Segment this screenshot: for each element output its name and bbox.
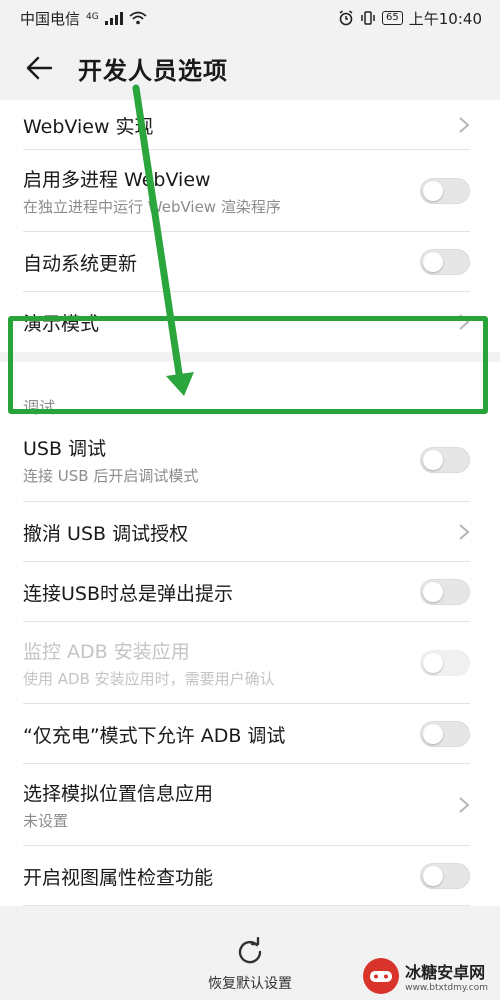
multiprocess-webview-toggle[interactable]: [420, 178, 470, 204]
battery-icon: 65: [382, 11, 403, 25]
mock-location-value: 未设置: [23, 812, 69, 830]
view-attr-toggle[interactable]: [420, 863, 470, 889]
section-divider: [0, 352, 500, 362]
revoke-usb-label: 撤消 USB 调试授权: [23, 522, 189, 545]
watermark-logo-icon: [363, 958, 400, 994]
watermark: 冰糖安卓网 www.btxtdmy.com: [363, 958, 488, 994]
vibrate-icon: [361, 11, 375, 25]
chevron-right-icon: [459, 797, 470, 813]
signal-icon: [104, 11, 123, 25]
chevron-right-icon: [459, 524, 470, 540]
usb-prompt-item[interactable]: 连接USB时总是弹出提示: [0, 562, 500, 622]
demo-mode-label: 演示模式: [23, 312, 100, 335]
view-attr-item[interactable]: 开启视图属性检查功能: [0, 846, 500, 906]
debug-card: 调试 USB 调试 连接 USB 后开启调试模式 撤消 USB 调试授权 连接U…: [0, 362, 500, 906]
settings-list[interactable]: WebView 实现 启用多进程 WebView 在独立进程中运行 WebVie…: [0, 100, 500, 930]
back-arrow-icon[interactable]: [22, 51, 56, 85]
multiprocess-webview-desc: 在独立进程中运行 WebView 渲染程序: [23, 198, 281, 216]
carrier-name: 中国电信: [20, 9, 81, 28]
mock-location-item[interactable]: 选择模拟位置信息应用 未设置: [0, 764, 500, 846]
watermark-text: 冰糖安卓网 www.btxtdmy.com: [405, 959, 488, 993]
monitor-adb-desc: 使用 ADB 安装应用时，需要用户确认: [23, 670, 275, 688]
monitor-adb-item: 监控 ADB 安装应用 使用 ADB 安装应用时，需要用户确认: [0, 622, 500, 704]
usb-debugging-item[interactable]: USB 调试 连接 USB 后开启调试模式: [0, 418, 500, 502]
reset-button[interactable]: 恢复默认设置: [208, 973, 292, 993]
usb-debugging-toggle[interactable]: [420, 447, 470, 473]
webview-impl-item[interactable]: WebView 实现: [0, 100, 500, 150]
charge-only-adb-item[interactable]: “仅充电”模式下允许 ADB 调试: [0, 704, 500, 764]
chevron-right-icon: [459, 314, 470, 330]
bottom-bar: 恢复默认设置 冰糖安卓网 www.btxtdmy.com: [0, 930, 500, 1000]
usb-prompt-label: 连接USB时总是弹出提示: [23, 582, 234, 605]
status-bar: 中国电信 4G 65 上午10:40: [0, 0, 500, 36]
auto-update-toggle[interactable]: [420, 249, 470, 275]
usb-debugging-label: USB 调试: [23, 438, 107, 460]
watermark-url: www.btxtdmy.com: [405, 983, 488, 993]
app-bar: 开发人员选项: [0, 36, 500, 100]
usb-debugging-desc: 连接 USB 后开启调试模式: [23, 467, 199, 485]
monitor-adb-label: 监控 ADB 安装应用: [23, 641, 190, 663]
webview-impl-label: WebView 实现: [23, 115, 154, 138]
multiprocess-webview-label: 启用多进程 WebView: [23, 169, 211, 191]
mock-location-label: 选择模拟位置信息应用: [23, 783, 214, 805]
clock: 上午10:40: [408, 9, 482, 28]
charge-only-adb-label: “仅充电”模式下允许 ADB 调试: [23, 724, 286, 747]
debug-section-title: 调试: [0, 362, 500, 418]
reset-icon[interactable]: [235, 937, 265, 967]
wifi-icon: [129, 11, 147, 25]
auto-update-item[interactable]: 自动系统更新: [0, 232, 500, 292]
chevron-right-icon: [459, 117, 470, 133]
auto-update-label: 自动系统更新: [23, 252, 138, 275]
network-type: 4G: [86, 11, 99, 22]
multiprocess-webview-item[interactable]: 启用多进程 WebView 在独立进程中运行 WebView 渲染程序: [0, 150, 500, 232]
charge-only-adb-toggle[interactable]: [420, 721, 470, 747]
usb-prompt-toggle[interactable]: [420, 579, 470, 605]
demo-mode-item[interactable]: 演示模式: [0, 292, 500, 352]
status-right: 65 上午10:40: [338, 8, 482, 29]
page-title: 开发人员选项: [78, 56, 228, 85]
alarm-icon: [339, 10, 353, 26]
revoke-usb-item[interactable]: 撤消 USB 调试授权: [0, 502, 500, 562]
watermark-name: 冰糖安卓网: [405, 963, 486, 982]
view-attr-label: 开启视图属性检查功能: [23, 866, 214, 889]
general-card: WebView 实现 启用多进程 WebView 在独立进程中运行 WebVie…: [0, 100, 500, 352]
monitor-adb-toggle: [420, 650, 470, 676]
status-left: 中国电信 4G: [20, 8, 147, 29]
